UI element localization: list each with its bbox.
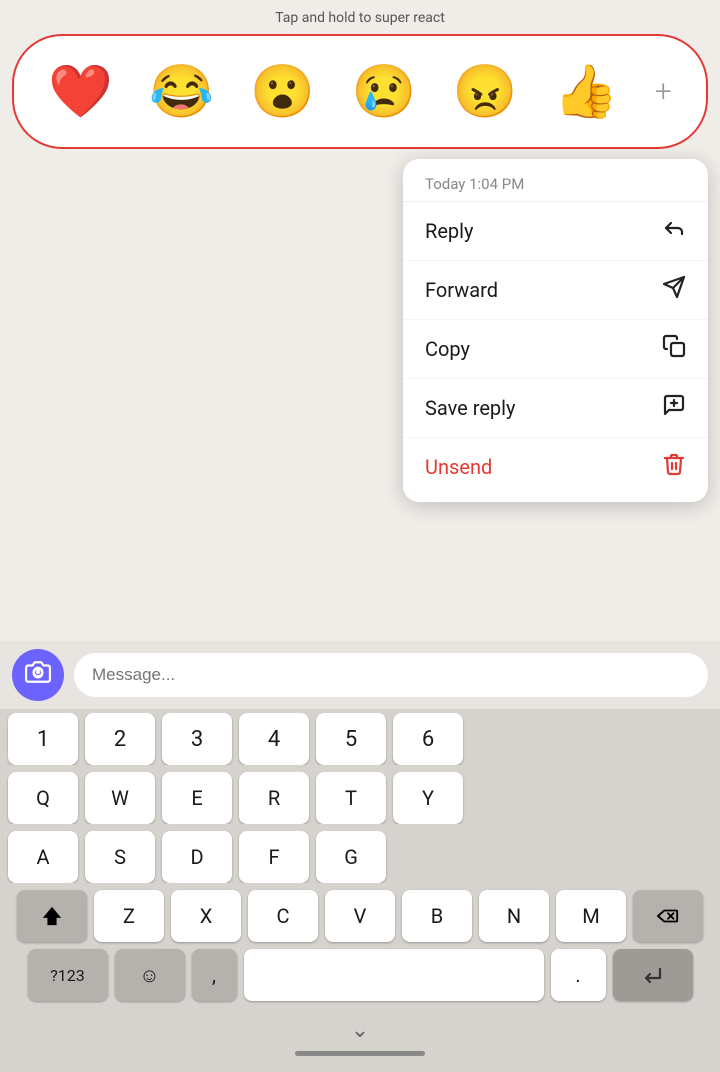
camera-button[interactable] [12,649,64,701]
chat-area: Hi Today 1:04 PM Reply Forward Copy [0,159,720,324]
super-react-hint: Tap and hold to super react [0,0,720,34]
home-indicator [295,1051,425,1056]
emoji-surprised[interactable]: 😮 [250,66,315,118]
forward-icon [662,275,686,305]
save-reply-icon [662,393,686,423]
reply-icon [662,216,686,246]
copy-icon [662,334,686,364]
message-input-bar [0,641,720,709]
space-key[interactable] [244,949,544,1001]
context-menu: Today 1:04 PM Reply Forward Copy [403,159,708,502]
key-2[interactable]: 2 [85,713,155,765]
chevron-row: ⌄ [0,1014,720,1045]
key-5[interactable]: 5 [316,713,386,765]
key-3[interactable]: 3 [162,713,232,765]
key-x[interactable]: X [171,890,241,942]
home-indicator-bar [0,1045,720,1072]
reply-label: Reply [425,219,474,243]
key-m[interactable]: M [556,890,626,942]
comma-key[interactable]: , [192,949,237,1001]
emoji-thumbs-up[interactable]: 👍 [554,66,619,118]
emoji-more-button[interactable]: + [655,74,672,109]
emoji-reaction-bar: ❤️ 😂 😮 😢 😠 👍 + [12,34,708,149]
emoji-heart[interactable]: ❤️ [48,66,113,118]
keyboard: 1 2 3 4 5 6 Q W E R T Y A S D F G [0,709,720,1014]
enter-key[interactable] [613,949,693,1001]
key-r[interactable]: R [239,772,309,824]
key-w[interactable]: W [85,772,155,824]
key-z[interactable]: Z [94,890,164,942]
context-menu-copy[interactable]: Copy [403,320,708,379]
forward-label: Forward [425,278,498,302]
backspace-key[interactable] [633,890,703,942]
key-a[interactable]: A [8,831,78,883]
message-input[interactable] [74,653,708,697]
key-s[interactable]: S [85,831,155,883]
key-d[interactable]: D [162,831,232,883]
key-q[interactable]: Q [8,772,78,824]
save-reply-label: Save reply [425,396,516,420]
qwerty-row: Q W E R T Y [6,772,714,824]
emoji-angry[interactable]: 😠 [453,66,518,118]
context-menu-forward[interactable]: Forward [403,261,708,320]
key-t[interactable]: T [316,772,386,824]
keyboard-container: 1 2 3 4 5 6 Q W E R T Y A S D F G [0,641,720,1072]
key-6[interactable]: 6 [393,713,463,765]
context-timestamp: Today 1:04 PM [403,165,708,202]
context-menu-save-reply[interactable]: Save reply [403,379,708,438]
copy-label: Copy [425,337,470,361]
key-e[interactable]: E [162,772,232,824]
key-v[interactable]: V [325,890,395,942]
shift-key[interactable] [17,890,87,942]
key-y[interactable]: Y [393,772,463,824]
unsend-label: Unsend [425,455,492,479]
key-b[interactable]: B [402,890,472,942]
zxcvbnm-row: Z X C V B N M [6,890,714,942]
key-1[interactable]: 1 [8,713,78,765]
key-c[interactable]: C [248,890,318,942]
emoji-keyboard-key[interactable]: ☺ [115,949,185,1001]
asdf-row: A S D F G [6,831,714,883]
numbers-row: 1 2 3 4 5 6 [6,713,714,765]
period-key[interactable]: . [551,949,606,1001]
emoji-tears-of-joy[interactable]: 😂 [149,66,214,118]
keyboard-hide-chevron[interactable]: ⌄ [351,1018,369,1043]
trash-icon [662,452,686,482]
bottom-row: ?123 ☺ , . [6,949,714,1001]
key-4[interactable]: 4 [239,713,309,765]
context-menu-reply[interactable]: Reply [403,202,708,261]
key-g[interactable]: G [316,831,386,883]
emoji-crying[interactable]: 😢 [352,66,417,118]
numbers-switch-key[interactable]: ?123 [28,949,108,1001]
context-menu-unsend[interactable]: Unsend [403,438,708,496]
key-n[interactable]: N [479,890,549,942]
key-f[interactable]: F [239,831,309,883]
camera-icon [25,659,51,691]
